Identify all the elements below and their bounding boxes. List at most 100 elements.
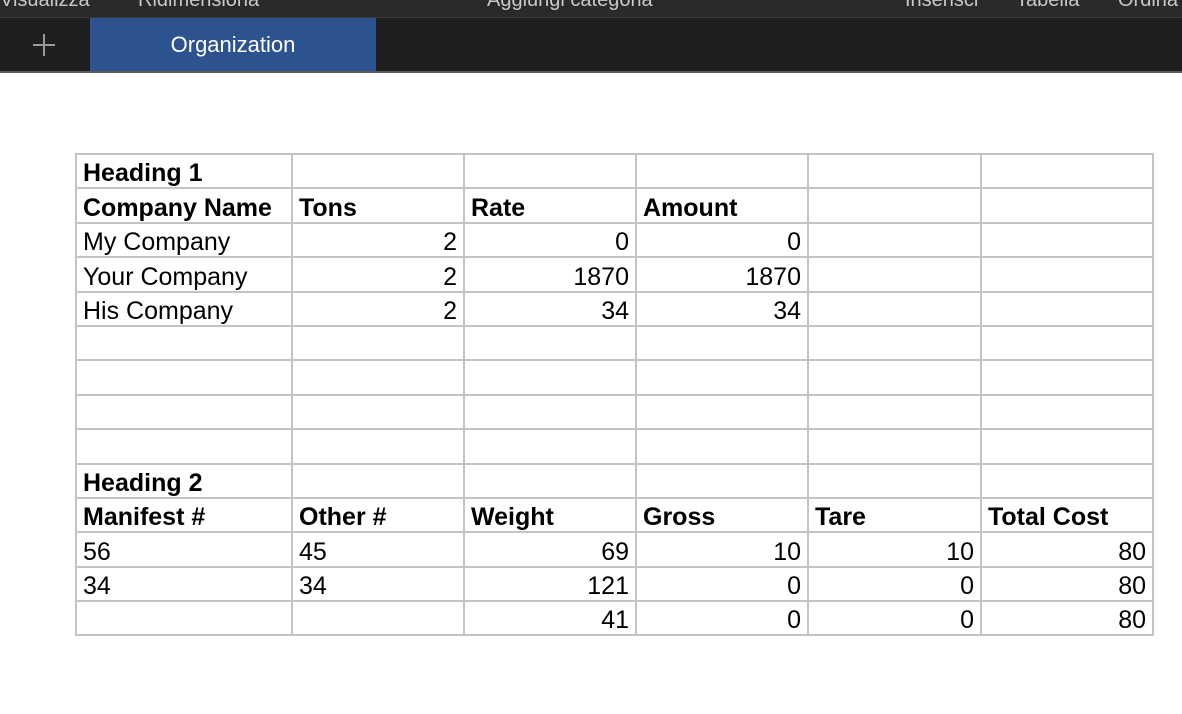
cell-total-cost[interactable]: 80: [980, 565, 1154, 603]
spreadsheet-table: Heading 1 Company Name Tons Rate Amount …: [75, 152, 1154, 637]
header-company-name[interactable]: Company Name: [75, 187, 293, 224]
cell[interactable]: [463, 324, 637, 362]
cell-tons[interactable]: 2: [291, 290, 465, 327]
cell-manifest[interactable]: [75, 600, 293, 637]
cell[interactable]: [75, 324, 293, 362]
header-rate[interactable]: Rate: [463, 187, 637, 224]
cell-gross[interactable]: 10: [635, 531, 809, 568]
cell[interactable]: [75, 428, 293, 465]
menu-item-ridimensiona[interactable]: Ridimensiona: [138, 0, 259, 12]
cell-tare[interactable]: 0: [807, 565, 982, 603]
cell-company-name[interactable]: His Company: [75, 290, 293, 327]
cell-other[interactable]: 34: [291, 565, 465, 603]
table-row: Manifest # Other # Weight Gross Tare Tot…: [75, 496, 1154, 534]
cell[interactable]: [291, 462, 465, 499]
cell-company-name[interactable]: My Company: [75, 221, 293, 259]
header-weight[interactable]: Weight: [463, 496, 637, 534]
cell-heading-1[interactable]: Heading 1: [75, 152, 293, 190]
cell[interactable]: [980, 221, 1154, 259]
cell[interactable]: [291, 428, 465, 465]
menu-item-tabella[interactable]: Tabella: [1016, 0, 1079, 12]
table-row: [75, 324, 1154, 362]
header-total-cost[interactable]: Total Cost: [980, 496, 1154, 534]
cell[interactable]: [635, 359, 809, 396]
cell[interactable]: [807, 221, 982, 259]
cell-amount[interactable]: 34: [635, 290, 809, 327]
cell-amount[interactable]: 0: [635, 221, 809, 259]
cell-tons[interactable]: 2: [291, 221, 465, 259]
cell[interactable]: [807, 324, 982, 362]
cell[interactable]: [463, 152, 637, 190]
cell[interactable]: [635, 393, 809, 431]
cell[interactable]: [980, 187, 1154, 224]
cell-rate[interactable]: 0: [463, 221, 637, 259]
cell[interactable]: [807, 462, 982, 499]
cell-manifest[interactable]: 56: [75, 531, 293, 568]
cell[interactable]: [980, 152, 1154, 190]
cell[interactable]: [291, 324, 465, 362]
cell[interactable]: [635, 462, 809, 499]
cell[interactable]: [463, 462, 637, 499]
cell[interactable]: [807, 152, 982, 190]
plus-icon: [33, 33, 55, 56]
cell-weight[interactable]: 41: [463, 600, 637, 637]
cell[interactable]: [980, 359, 1154, 396]
cell-amount[interactable]: 1870: [635, 256, 809, 293]
cell[interactable]: [635, 428, 809, 465]
header-tare[interactable]: Tare: [807, 496, 982, 534]
menu-item-visualizza[interactable]: Visualizza: [0, 0, 90, 12]
header-gross[interactable]: Gross: [635, 496, 809, 534]
table-row: 41 0 0 80: [75, 600, 1154, 637]
cell-rate[interactable]: 1870: [463, 256, 637, 293]
cell[interactable]: [980, 393, 1154, 431]
header-tons[interactable]: Tons: [291, 187, 465, 224]
cell[interactable]: [980, 290, 1154, 327]
cell[interactable]: [463, 359, 637, 396]
cell-rate[interactable]: 34: [463, 290, 637, 327]
cell-total-cost[interactable]: 80: [980, 600, 1154, 637]
cell-weight[interactable]: 121: [463, 565, 637, 603]
cell[interactable]: [291, 152, 465, 190]
cell[interactable]: [807, 393, 982, 431]
cell-manifest[interactable]: 34: [75, 565, 293, 603]
cell[interactable]: [980, 428, 1154, 465]
cell[interactable]: [980, 256, 1154, 293]
table-row: Heading 1: [75, 152, 1154, 190]
cell-company-name[interactable]: Your Company: [75, 256, 293, 293]
cell-tare[interactable]: 10: [807, 531, 982, 568]
menu-item-inserisci[interactable]: Inserisci: [905, 0, 978, 12]
cell-gross[interactable]: 0: [635, 565, 809, 603]
tab-organization[interactable]: Organization: [90, 18, 376, 71]
cell[interactable]: [463, 428, 637, 465]
menu-item-aggiungi-categoria[interactable]: Aggiungi categoria: [487, 0, 653, 12]
cell[interactable]: [635, 324, 809, 362]
cell[interactable]: [807, 256, 982, 293]
header-manifest[interactable]: Manifest #: [75, 496, 293, 534]
add-sheet-button[interactable]: [0, 18, 88, 71]
cell-weight[interactable]: 69: [463, 531, 637, 568]
cell[interactable]: [807, 428, 982, 465]
cell-total-cost[interactable]: 80: [980, 531, 1154, 568]
cell[interactable]: [807, 359, 982, 396]
cell-tare[interactable]: 0: [807, 600, 982, 637]
table-row: 56 45 69 10 10 80: [75, 531, 1154, 568]
cell[interactable]: [75, 359, 293, 396]
header-other[interactable]: Other #: [291, 496, 465, 534]
header-amount[interactable]: Amount: [635, 187, 809, 224]
cell[interactable]: [980, 324, 1154, 362]
cell-tons[interactable]: 2: [291, 256, 465, 293]
cell[interactable]: [75, 393, 293, 431]
cell-other[interactable]: [291, 600, 465, 637]
menu-item-ordina[interactable]: Ordina: [1118, 0, 1178, 12]
cell-other[interactable]: 45: [291, 531, 465, 568]
cell-gross[interactable]: 0: [635, 600, 809, 637]
table-row: [75, 428, 1154, 465]
cell[interactable]: [291, 359, 465, 396]
cell[interactable]: [291, 393, 465, 431]
cell[interactable]: [807, 290, 982, 327]
cell-heading-2[interactable]: Heading 2: [75, 462, 293, 499]
cell[interactable]: [807, 187, 982, 224]
cell[interactable]: [635, 152, 809, 190]
cell[interactable]: [463, 393, 637, 431]
cell[interactable]: [980, 462, 1154, 499]
